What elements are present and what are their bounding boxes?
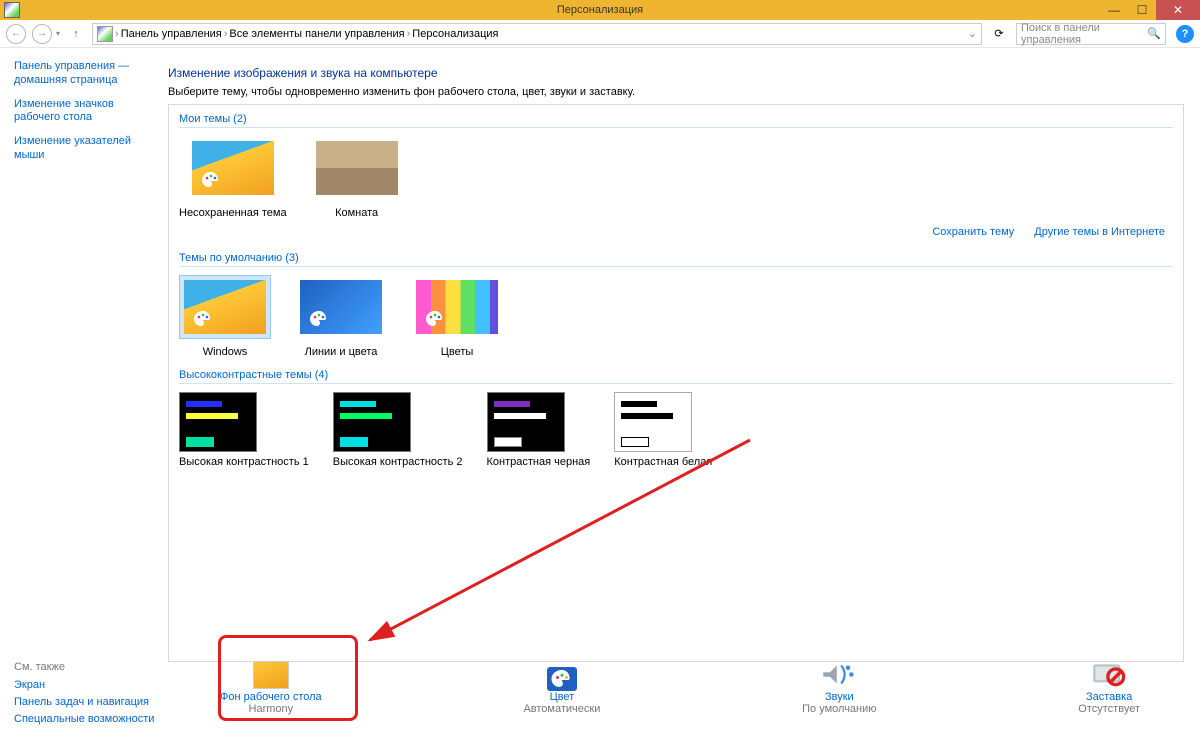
sidebar: Панель управления — домашняя страница Из…: [0, 48, 160, 661]
nav-forward-button[interactable]: →: [32, 24, 52, 44]
title-bar: Персонализация — ☐ ✕: [0, 0, 1200, 20]
theme-label: Windows: [179, 346, 271, 359]
theme-hc-white[interactable]: Контрастная белая: [614, 392, 712, 469]
help-button[interactable]: ?: [1176, 25, 1194, 43]
location-icon: [97, 26, 113, 42]
theme-room[interactable]: Комната: [311, 136, 403, 220]
nav-back-button[interactable]: ←: [6, 24, 26, 44]
chevron-icon: ›: [115, 28, 119, 40]
annotation-highlight: [218, 635, 358, 721]
theme-hc2[interactable]: Высокая контрастность 2: [333, 392, 463, 469]
chevron-icon: ›: [407, 28, 411, 40]
sidebar-item-mouse-pointers[interactable]: Изменение указателей мыши: [14, 135, 154, 163]
theme-label: Контрастная черная: [487, 456, 591, 469]
search-icon: 🔍: [1147, 27, 1161, 40]
color-button[interactable]: Цвет Автоматически: [523, 661, 600, 715]
theme-label: Линии и цвета: [295, 346, 387, 359]
theme-hc-black[interactable]: Контрастная черная: [487, 392, 591, 469]
theme-label: Цветы: [411, 346, 503, 359]
close-button[interactable]: ✕: [1156, 0, 1200, 20]
sidebar-home-link[interactable]: Панель управления — домашняя страница: [14, 60, 154, 88]
theme-label: Высокая контрастность 2: [333, 456, 463, 469]
theme-label: Высокая контрастность 1: [179, 456, 309, 469]
nav-history-dropdown[interactable]: ▾: [56, 29, 60, 38]
minimize-button[interactable]: —: [1100, 0, 1128, 20]
bot-desc: Автоматически: [523, 703, 600, 715]
more-themes-link[interactable]: Другие темы в Интернете: [1034, 226, 1165, 238]
theme-flowers[interactable]: Цветы: [411, 275, 503, 359]
group-default-themes: Темы по умолчанию (3): [179, 248, 1173, 267]
bot-desc: По умолчанию: [802, 703, 876, 715]
page-subtext: Выберите тему, чтобы одновременно измени…: [168, 86, 1184, 98]
theme-label: Комната: [311, 207, 403, 220]
refresh-button[interactable]: ⟳: [988, 23, 1010, 45]
see-also-taskbar[interactable]: Панель задач и навигация: [14, 696, 160, 708]
save-theme-link[interactable]: Сохранить тему: [932, 226, 1014, 238]
bot-label: Цвет: [523, 691, 600, 703]
breadcrumb-item[interactable]: Все элементы панели управления: [229, 28, 404, 40]
search-placeholder: Поиск в панели управления: [1021, 22, 1147, 46]
window-buttons: — ☐ ✕: [1100, 0, 1200, 20]
theme-unsaved[interactable]: Несохраненная тема: [179, 136, 287, 220]
theme-windows[interactable]: Windows: [179, 275, 271, 359]
theme-hc1[interactable]: Высокая контрастность 1: [179, 392, 309, 469]
chevron-icon: ›: [224, 28, 228, 40]
group-hc-themes: Высококонтрастные темы (4): [179, 365, 1173, 384]
main-content: Изменение изображения и звука на компьют…: [160, 48, 1200, 661]
app-icon: [4, 2, 20, 18]
see-also-display[interactable]: Экран: [14, 679, 160, 691]
themes-panel: Мои темы (2) Несохраненная тема Комната …: [168, 104, 1184, 662]
window-title: Персонализация: [557, 4, 643, 16]
sidebar-item-desktop-icons[interactable]: Изменение значков рабочего стола: [14, 98, 154, 126]
bot-desc: Отсутствует: [1078, 703, 1140, 715]
breadcrumb[interactable]: › Панель управления › Все элементы панел…: [92, 23, 982, 45]
breadcrumb-dropdown-icon[interactable]: ⌄: [968, 27, 977, 40]
bot-label: Звуки: [802, 691, 876, 703]
sounds-button[interactable]: Звуки По умолчанию: [802, 661, 876, 715]
group-my-themes: Мои темы (2): [179, 109, 1173, 128]
address-bar: ← → ▾ ↑ › Панель управления › Все элемен…: [0, 20, 1200, 48]
bot-label: Заставка: [1078, 691, 1140, 703]
search-input[interactable]: Поиск в панели управления 🔍: [1016, 23, 1166, 45]
bottom-bar: См. также Экран Панель задач и навигация…: [0, 661, 1200, 721]
see-also: См. также Экран Панель задач и навигация…: [0, 661, 160, 730]
breadcrumb-item[interactable]: Персонализация: [412, 28, 498, 40]
screensaver-icon: [1091, 661, 1127, 689]
theme-lines[interactable]: Линии и цвета: [295, 275, 387, 359]
page-heading: Изменение изображения и звука на компьют…: [168, 66, 1184, 80]
see-also-accessibility[interactable]: Специальные возможности: [14, 713, 160, 725]
nav-up-button[interactable]: ↑: [66, 24, 86, 44]
see-also-header: См. также: [14, 661, 160, 673]
color-icon: [544, 661, 580, 689]
theme-label: Контрастная белая: [614, 456, 712, 469]
maximize-button[interactable]: ☐: [1128, 0, 1156, 20]
theme-label: Несохраненная тема: [179, 207, 287, 220]
screensaver-button[interactable]: Заставка Отсутствует: [1078, 661, 1140, 715]
sounds-icon: [821, 661, 857, 689]
breadcrumb-item[interactable]: Панель управления: [121, 28, 222, 40]
